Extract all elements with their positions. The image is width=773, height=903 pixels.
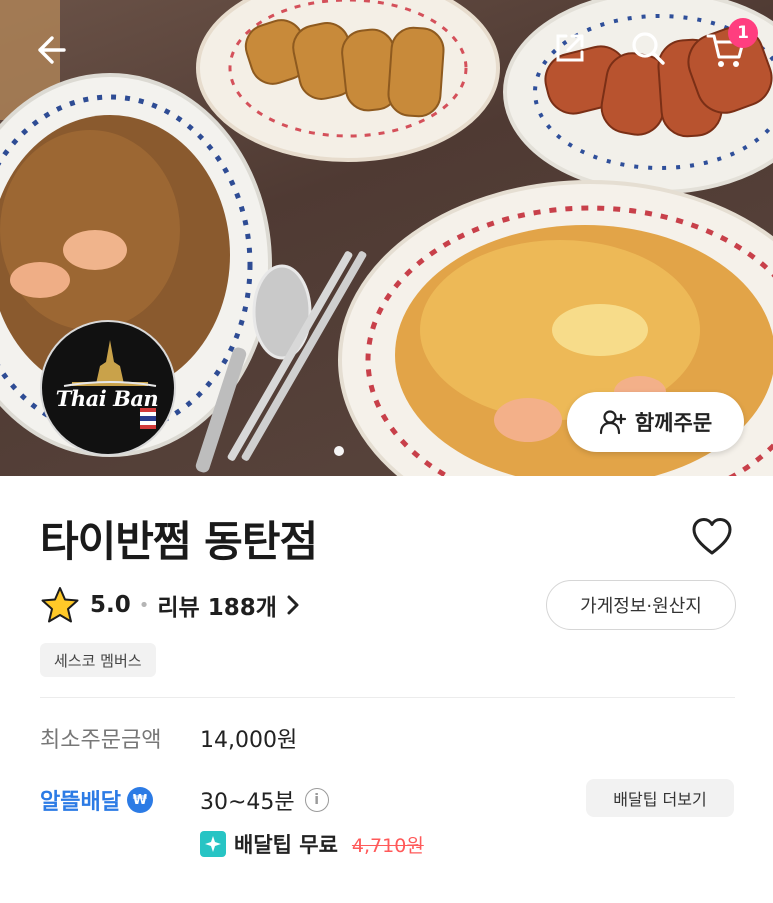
free-delivery-tip-row: 배달팁 무료 4,710원 <box>200 829 424 859</box>
sparkle-icon <box>200 831 226 857</box>
back-button[interactable] <box>26 26 74 74</box>
share-button[interactable] <box>548 26 592 70</box>
separator-dot: • <box>138 594 150 616</box>
cart-count-badge: 1 <box>728 18 758 48</box>
carousel-indicator <box>334 446 344 456</box>
store-name: 타이반쩜 동탄점 <box>40 517 318 566</box>
delivery-time: 30~45분 i <box>200 784 329 816</box>
delivery-type-text: 알뜰배달 <box>40 790 121 815</box>
min-order-value: 14,000원 <box>200 728 298 753</box>
cesco-members-tag: 세스코 멤버스 <box>40 643 156 677</box>
group-order-button[interactable]: 함께주문 <box>567 392 744 452</box>
divider <box>40 697 735 698</box>
won-icon: ₩ <box>126 787 153 813</box>
review-link[interactable]: 리뷰 188개 <box>157 588 301 622</box>
delivery-tip-more-button[interactable]: 배달팁 더보기 <box>586 779 734 817</box>
store-info-button[interactable]: 가게정보·원산지 <box>546 580 736 630</box>
heart-icon <box>692 518 732 555</box>
original-tip-price: 4,710원 <box>351 834 424 857</box>
back-arrow-icon <box>38 36 66 64</box>
review-count: 리뷰 188개 <box>157 595 277 621</box>
share-icon <box>556 34 584 62</box>
store-hero-photo: 1 Thai Ban 함께주문 <box>0 0 773 476</box>
free-tip-label: 배달팁 무료 <box>234 833 338 857</box>
delivery-time-value: 30~45분 <box>200 790 295 815</box>
min-order-label: 최소주문금액 <box>40 728 162 753</box>
add-person-icon <box>599 410 626 435</box>
rating-row: 5.0 • 리뷰 188개 <box>40 584 301 626</box>
rating-value: 5.0 <box>90 592 131 618</box>
favorite-button[interactable] <box>690 516 734 558</box>
info-icon[interactable]: i <box>304 788 329 812</box>
star-icon <box>41 587 79 623</box>
delivery-type-label: 알뜰배달 ₩ <box>40 784 153 816</box>
search-icon <box>632 32 665 65</box>
chevron-right-icon <box>287 595 299 615</box>
cart-button[interactable]: 1 <box>700 18 758 74</box>
group-order-label: 함께주문 <box>634 411 713 435</box>
search-button[interactable] <box>626 26 670 70</box>
carousel-dot <box>334 446 344 456</box>
logo-text: Thai Ban <box>55 386 159 411</box>
store-logo: Thai Ban <box>40 320 176 456</box>
